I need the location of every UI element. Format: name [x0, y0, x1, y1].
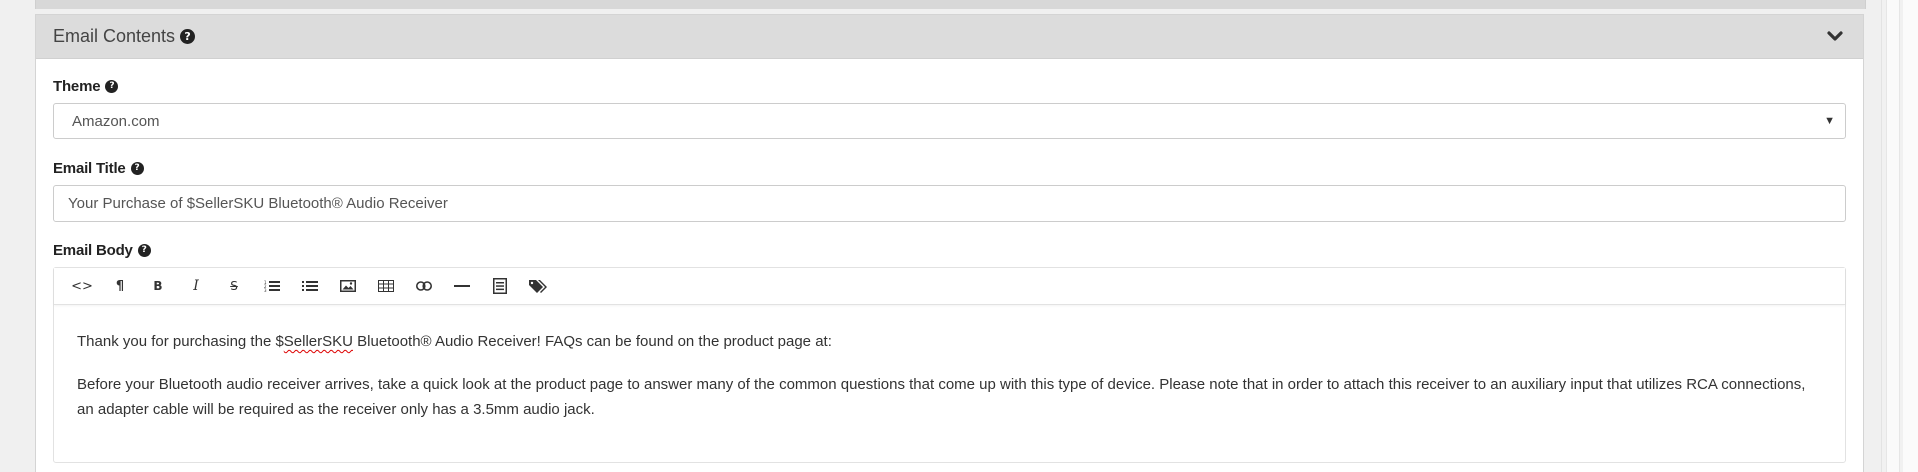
dropdown-arrow-icon: ▼: [1824, 115, 1835, 127]
scrollbar-thumb[interactable]: [1886, 0, 1900, 472]
question-circle-icon[interactable]: ?: [137, 243, 151, 257]
ordered-list-icon[interactable]: 1 2 3: [253, 271, 291, 301]
email-title-input[interactable]: Your Purchase of $SellerSKU Bluetooth® A…: [53, 185, 1846, 222]
editor-toolbar: <> ¶ B I S 1 2 3: [54, 268, 1845, 305]
paragraph-icon[interactable]: ¶: [101, 271, 139, 301]
link-icon[interactable]: [405, 271, 443, 301]
table-icon[interactable]: [367, 271, 405, 301]
unordered-list-icon[interactable]: [291, 271, 329, 301]
question-circle-icon[interactable]: ?: [130, 161, 144, 175]
email-body-label: Email Body ?: [53, 241, 1846, 259]
page: Email Contents ? Theme ? Amazon.com ▼ Em…: [0, 0, 1918, 472]
misspelled-word: SellerSKU: [283, 333, 353, 350]
body-paragraph-2: Before your Bluetooth audio receiver arr…: [77, 376, 1806, 418]
email-body-editor: <> ¶ B I S 1 2 3 Thank you for purchasin…: [53, 267, 1846, 463]
horizontal-rule-icon[interactable]: [443, 271, 481, 301]
bold-icon[interactable]: B: [139, 271, 177, 301]
email-body-label-text: Email Body: [53, 241, 133, 259]
panel-body: Theme ? Amazon.com ▼ Email Title ? Your …: [36, 59, 1863, 463]
italic-icon[interactable]: I: [177, 271, 215, 301]
editor-content[interactable]: Thank you for purchasing the $SellerSKU …: [54, 305, 1845, 422]
theme-label: Theme ?: [53, 77, 1846, 95]
tags-icon[interactable]: [519, 271, 557, 301]
strikethrough-icon[interactable]: S: [215, 271, 253, 301]
window-edge: [1903, 0, 1918, 472]
panel-title: Email Contents: [53, 26, 176, 46]
theme-select[interactable]: Amazon.com ▼: [53, 103, 1846, 139]
question-circle-icon[interactable]: ?: [105, 79, 119, 93]
email-title-label-text: Email Title: [53, 159, 126, 177]
theme-selected-value: Amazon.com: [72, 112, 160, 130]
image-icon[interactable]: [329, 271, 367, 301]
chevron-down-icon[interactable]: [1825, 27, 1845, 47]
paragraph-1-text-start: Thank you for purchasing the $: [77, 333, 284, 350]
theme-label-text: Theme: [53, 77, 101, 95]
vertical-scrollbar[interactable]: [1881, 0, 1904, 472]
align-icon[interactable]: [481, 271, 519, 301]
body-paragraph-1: Thank you for purchasing the $SellerSKU …: [77, 329, 1822, 354]
previous-panel-edge: [35, 0, 1866, 9]
svg-text:3: 3: [264, 288, 267, 292]
question-circle-icon[interactable]: ?: [180, 29, 196, 44]
email-title-value: Your Purchase of $SellerSKU Bluetooth® A…: [68, 195, 448, 212]
email-title-label: Email Title ?: [53, 159, 1846, 177]
panel-header[interactable]: Email Contents ?: [36, 15, 1863, 59]
paragraph-1-text-end: Bluetooth® Audio Receiver! FAQs can be f…: [353, 333, 832, 350]
email-contents-panel: Email Contents ? Theme ? Amazon.com ▼ Em…: [35, 14, 1864, 472]
code-view-icon[interactable]: <>: [63, 271, 101, 301]
